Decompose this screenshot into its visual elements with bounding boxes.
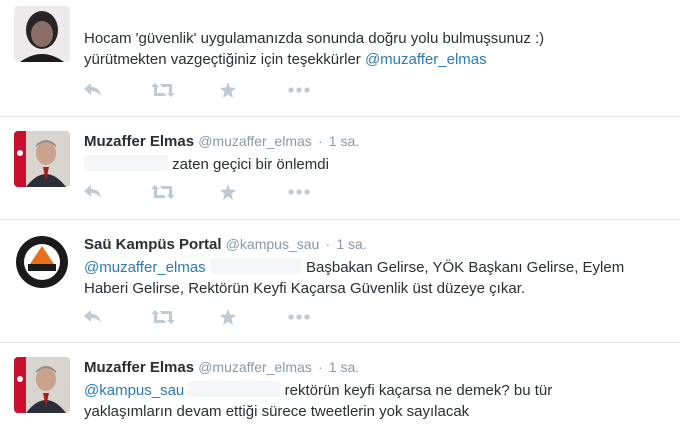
- tweet-text-line: @kampus_sau rektörün keyfi kaçarsa ne de…: [84, 380, 670, 401]
- favorite-icon: [220, 309, 236, 325]
- favorite-button[interactable]: [220, 183, 288, 201]
- tweet-text: zaten geçici bir önlemdi: [84, 154, 670, 175]
- favorite-button[interactable]: [220, 308, 288, 326]
- retweet-icon: [152, 185, 174, 199]
- tweet-1: Hocam 'güvenlik' uygulamanızda sonunda d…: [0, 0, 680, 117]
- tweet-text: @muzaffer_elmas Başbakan Gelirse, YÖK Ba…: [84, 257, 670, 299]
- tweet-actions: [84, 308, 356, 326]
- mention-link[interactable]: @kampus_sau: [84, 382, 184, 399]
- username[interactable]: @muzaffer_elmas: [198, 133, 312, 149]
- favorite-icon: [220, 184, 236, 200]
- avatar[interactable]: [14, 357, 70, 413]
- mention-link[interactable]: @muzaffer_elmas: [365, 51, 487, 68]
- more-button[interactable]: [288, 81, 356, 99]
- retweet-icon: [152, 310, 174, 324]
- retweet-button[interactable]: [152, 308, 220, 326]
- tweet-text-line: yaklaşımların devam ettiği sürece tweetl…: [84, 403, 470, 420]
- favorite-icon: [220, 82, 236, 98]
- tweet-text: Hocam 'güvenlik' uygulamanızda sonunda d…: [84, 28, 670, 70]
- fullname[interactable]: Muzaffer Elmas: [84, 133, 194, 150]
- tweet-4: Muzaffer Elmas @muzaffer_elmas · 1 sa. @…: [0, 343, 680, 430]
- tweet-actions: [84, 183, 356, 201]
- reply-button[interactable]: [84, 183, 152, 201]
- reply-icon: [84, 310, 101, 323]
- separator: ·: [317, 359, 323, 375]
- reply-icon: [84, 83, 101, 96]
- tweet-3: Saü Kampüs Portal @kampus_sau · 1 sa. @m…: [0, 220, 680, 343]
- tweet-text-fragment: Başbakan Gelirse, YÖK Başkanı Gelirse, E…: [306, 259, 625, 276]
- redacted-text: [188, 381, 281, 397]
- avatar-image: [14, 357, 70, 413]
- avatar[interactable]: [14, 234, 70, 290]
- username[interactable]: @kampus_sau: [226, 236, 320, 252]
- tweet-text-fragment: zaten geçici bir önlemdi: [172, 156, 329, 173]
- tweet-header: Saü Kampüs Portal @kampus_sau · 1 sa.: [84, 234, 670, 255]
- favorite-button[interactable]: [220, 81, 288, 99]
- more-icon: [288, 87, 310, 93]
- redacted-text: [84, 155, 168, 171]
- separator: ·: [317, 133, 323, 149]
- tweet-header: Muzaffer Elmas @muzaffer_elmas · 1 sa.: [84, 357, 670, 378]
- tweet-text-fragment: yürütmekten vazgeçtiğiniz için teşekkürl…: [84, 51, 365, 68]
- tweet-2: Muzaffer Elmas @muzaffer_elmas · 1 sa. z…: [0, 117, 680, 220]
- timestamp[interactable]: 1 sa.: [336, 236, 366, 252]
- reply-button[interactable]: [84, 308, 152, 326]
- separator: ·: [325, 236, 331, 252]
- tweet-text-line: Haberi Gelirse, Rektörün Keyfi Kaçarsa G…: [84, 280, 526, 297]
- redacted-text: [209, 258, 302, 274]
- tweet-text-line: Hocam 'güvenlik' uygulamanızda sonunda d…: [84, 30, 545, 47]
- kampus-portal-logo: [14, 234, 70, 290]
- avatar-image: [14, 6, 70, 62]
- more-icon: [288, 314, 310, 320]
- more-icon: [288, 189, 310, 195]
- tweet-text-line: @muzaffer_elmas Başbakan Gelirse, YÖK Ba…: [84, 257, 670, 278]
- tweet-text: @kampus_sau rektörün keyfi kaçarsa ne de…: [84, 380, 670, 422]
- retweet-icon: [152, 83, 174, 97]
- tweet-header: Muzaffer Elmas @muzaffer_elmas · 1 sa.: [84, 131, 670, 152]
- avatar[interactable]: [14, 131, 70, 187]
- avatar-image: [14, 131, 70, 187]
- more-button[interactable]: [288, 183, 356, 201]
- fullname[interactable]: Saü Kampüs Portal: [84, 236, 222, 253]
- username[interactable]: @muzaffer_elmas: [198, 359, 312, 375]
- mention-link[interactable]: @muzaffer_elmas: [84, 259, 206, 276]
- more-button[interactable]: [288, 308, 356, 326]
- tweet-text-line: yürütmekten vazgeçtiğiniz için teşekkürl…: [84, 49, 670, 70]
- tweet-text-fragment: rektörün keyfi kaçarsa ne demek? bu tür: [284, 382, 553, 399]
- retweet-button[interactable]: [152, 81, 220, 99]
- reply-icon: [84, 185, 101, 198]
- fullname[interactable]: Muzaffer Elmas: [84, 359, 194, 376]
- retweet-button[interactable]: [152, 183, 220, 201]
- avatar[interactable]: [14, 6, 70, 62]
- reply-button[interactable]: [84, 81, 152, 99]
- tweet-actions: [84, 81, 356, 99]
- timestamp[interactable]: 1 sa.: [329, 133, 359, 149]
- timestamp[interactable]: 1 sa.: [329, 359, 359, 375]
